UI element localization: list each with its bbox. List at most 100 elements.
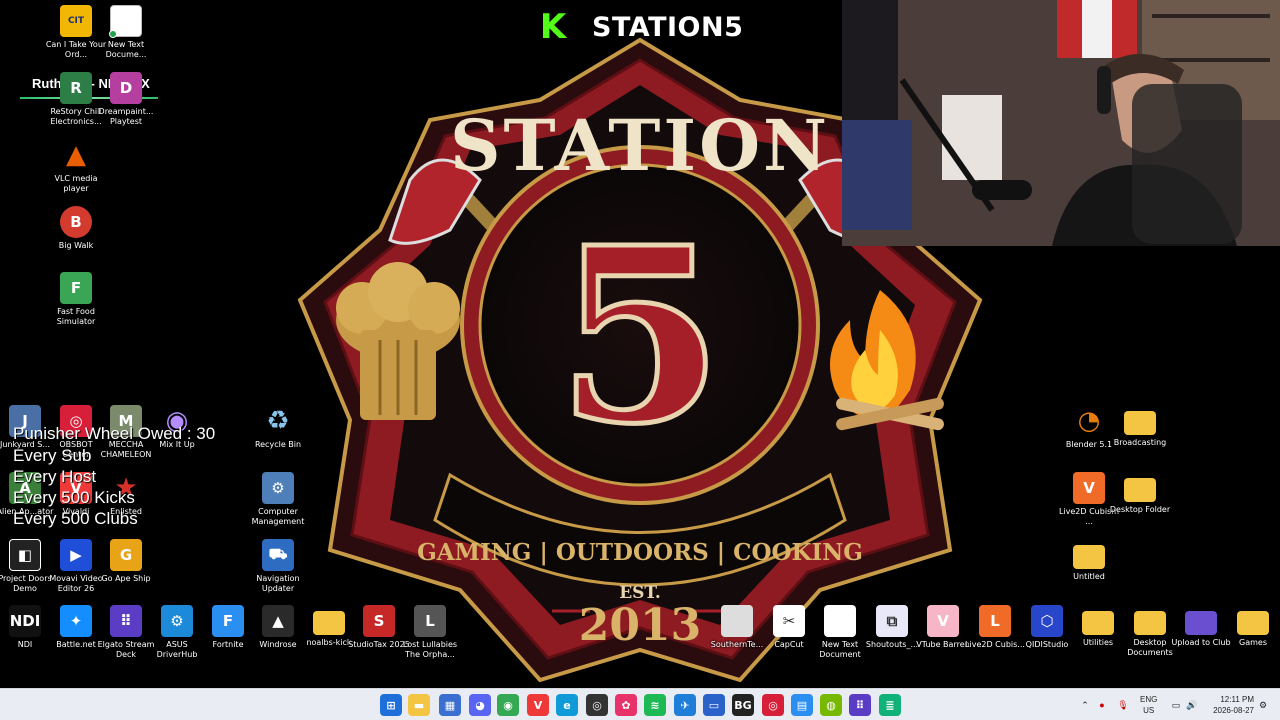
desktop-icon-dreampaint-playtest[interactable]: D Dreampaint... Playtest xyxy=(95,72,157,127)
language-code: ENG xyxy=(1140,695,1158,704)
desktop-icon-label: Shoutouts_... xyxy=(865,640,919,649)
car-icon: ⛟ xyxy=(262,539,294,571)
desktop-icon-fast-food-simulator[interactable]: F Fast Food Simulator xyxy=(45,272,107,327)
ndi-icon: NDI xyxy=(9,605,41,637)
taskbar-file-explorer-icon[interactable]: ▬ xyxy=(408,694,430,716)
app-tray-icon[interactable]: ● xyxy=(1092,700,1112,710)
taskbar-app-audio-icon[interactable]: ≣ xyxy=(879,694,901,716)
taskbar-stream-deck-icon[interactable]: ⠿ xyxy=(849,694,871,716)
desktop-icon-big-walk[interactable]: B Big Walk xyxy=(45,206,107,251)
chevron-up-icon[interactable]: ⌃ xyxy=(1078,700,1092,711)
computer-icon: ⚙ xyxy=(262,472,294,504)
recycle-bin-icon: ♻ xyxy=(266,406,290,436)
notification-icon: ⚙ xyxy=(1258,699,1268,710)
webcam-feed xyxy=(842,0,1280,246)
emblem-number: 5 xyxy=(557,195,724,477)
desktop-icon-label: Desktop Folder xyxy=(1109,505,1171,514)
notification-button[interactable]: ⚙ xyxy=(1256,689,1270,720)
desktop-icon-label: Lost Lullabies The Orpha... xyxy=(402,640,458,659)
folder-icon xyxy=(1134,611,1166,635)
blender-icon: ◔ xyxy=(1077,406,1101,436)
tax-icon: S xyxy=(363,605,395,637)
keyboard-layout: US xyxy=(1143,706,1155,715)
punisher-wheel-owed: Punisher Wheel Owed : 30 xyxy=(13,424,216,443)
game-icon: ◧ xyxy=(9,539,41,571)
taskbar-start-button-icon[interactable]: ⊞ xyxy=(380,694,402,716)
battlenet-icon: ✦ xyxy=(60,605,92,637)
taskbar-app-gpu-icon[interactable]: ◍ xyxy=(820,694,842,716)
game-icon: B xyxy=(60,206,92,238)
game-icon: V xyxy=(927,605,959,637)
taskbar-chrome-icon[interactable]: ◉ xyxy=(497,694,519,716)
volume-icon: 🔊 xyxy=(1186,699,1198,710)
desktop-icon-desktop-folder[interactable]: Desktop Folder xyxy=(1109,472,1171,515)
desktop-icon-label: Dreampaint... Playtest xyxy=(98,107,154,126)
emblem-tagline: GAMING | OUTDOORS | COOKING xyxy=(417,539,863,566)
taskbar-app-window-icon[interactable]: ▭ xyxy=(703,694,725,716)
kick-logo-icon: K xyxy=(536,7,570,47)
clock[interactable]: 12:11 PM 2026-08-27 xyxy=(1213,694,1254,716)
desktop-icon-label: Broadcasting xyxy=(1113,438,1167,447)
punisher-rule-clubs: Every 500 Clubs xyxy=(13,509,138,528)
desktop-icon-broadcasting-folder[interactable]: Broadcasting xyxy=(1109,405,1171,448)
desktop-icon-label: noalbs-kick xyxy=(306,638,352,647)
taskbar-discord-icon[interactable]: ◕ xyxy=(469,694,491,716)
desktop-icon-label: Fast Food Simulator xyxy=(56,307,96,326)
desktop-icon-vlc[interactable]: ▲ VLC media player xyxy=(45,139,107,194)
folder-icon xyxy=(1124,411,1156,435)
text-file-icon xyxy=(721,605,753,637)
language-indicator[interactable]: ENG US xyxy=(1140,694,1157,716)
game-icon: G xyxy=(110,539,142,571)
desktop-icon-label: Utilities xyxy=(1082,638,1114,647)
desktop-icon-untitled-folder[interactable]: Untitled xyxy=(1058,539,1120,582)
taskbar-obs-icon[interactable]: ◎ xyxy=(586,694,608,716)
vlc-icon: ▲ xyxy=(66,140,86,170)
desktop-icon-recycle-bin[interactable]: ♻ Recycle Bin xyxy=(247,405,309,450)
desktop-icon-label: Computer Management xyxy=(251,507,305,526)
punisher-rule-sub: Every Sub xyxy=(13,446,92,465)
desktop-icon-label: NDI xyxy=(17,640,33,649)
taskbar-app-bg-icon[interactable]: BG xyxy=(732,694,754,716)
desktop-icon-label: Games xyxy=(1239,638,1267,647)
live2d-icon: V xyxy=(1073,472,1105,504)
taskbar-app-chat-icon[interactable]: ▤ xyxy=(791,694,813,716)
taskbar: ⊞ ▬ ▦ ◕ ◉ Ve ◎ ✿ ≋ ✈ ▭ BG ◎ ▤ ◍ ⠿ ≣ ⌃ ● 🎙 ENG US ▭ 🔊 12:… xyxy=(0,688,1280,720)
desktop-icon-label: Untitled xyxy=(1073,572,1105,581)
text-file-icon xyxy=(109,5,142,38)
desktop-icon-label: Battle.net xyxy=(56,640,96,649)
desktop-icon-label: VLC media player xyxy=(54,174,98,193)
taskbar-obsbot-icon[interactable]: ◎ xyxy=(762,694,784,716)
game-icon: D xyxy=(110,72,142,104)
folder-icon xyxy=(1082,611,1114,635)
capcut-icon: ✂ xyxy=(773,605,805,637)
clock-time: 12:11 PM xyxy=(1220,695,1254,704)
desktop-icon-label: Big Walk xyxy=(58,241,94,250)
desktop-icon-lost-lullabies-the-orpha[interactable]: L Lost Lullabies The Orpha... xyxy=(399,605,461,660)
taskbar-store-icon[interactable]: ▦ xyxy=(439,694,461,716)
desktop-icon-label: SouthernTe... xyxy=(710,640,764,649)
taskbar-edge-icon[interactable]: e xyxy=(556,694,578,716)
desktop-icon-computer-management[interactable]: ⚙ Computer Management xyxy=(247,472,309,527)
folder-icon xyxy=(1073,545,1105,569)
stream-brand: K STATION5 xyxy=(536,7,744,47)
desktop-icon-label: Blender 5.1 xyxy=(1065,440,1113,449)
network-icon: ▭ xyxy=(1171,699,1181,710)
desktop-icon-games[interactable]: Games xyxy=(1222,605,1280,648)
taskbar-app-blue-icon[interactable]: ✈ xyxy=(674,694,696,716)
taskbar-app-pink-icon[interactable]: ✿ xyxy=(615,694,637,716)
desktop-icon-navigation-updater[interactable]: ⛟ Navigation Updater xyxy=(247,539,309,594)
taskbar-vivaldi-icon[interactable]: V xyxy=(527,694,549,716)
desktop-icon-label: Go Ape Ship xyxy=(101,574,151,583)
emblem-title: STATION xyxy=(450,104,830,187)
folder-icon xyxy=(1237,611,1269,635)
desktop-icon-new-text-document[interactable]: New Text Docume... xyxy=(95,5,157,60)
desktop-icon-label: Fortnite xyxy=(212,640,244,649)
quick-settings[interactable]: ▭ 🔊 xyxy=(1168,689,1200,720)
printer-icon: ⬡ xyxy=(1031,605,1063,637)
game-icon: ▲ xyxy=(262,605,294,637)
desktop-icon-go-ape-ship[interactable]: G Go Ape Ship xyxy=(95,539,157,584)
microphone-icon[interactable]: 🎙 xyxy=(1112,700,1134,711)
link-icon: ⧉ xyxy=(876,605,908,637)
brand-name: STATION5 xyxy=(592,11,744,43)
taskbar-spotify-icon[interactable]: ≋ xyxy=(644,694,666,716)
